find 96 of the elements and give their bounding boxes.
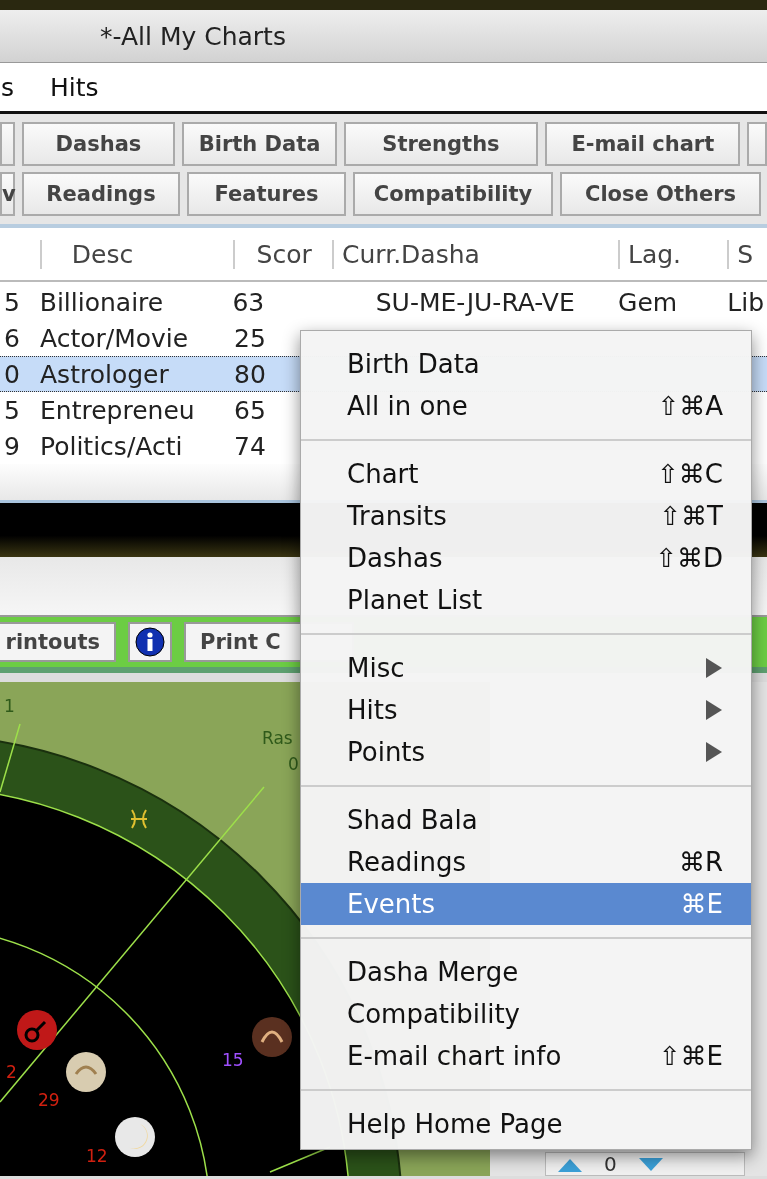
menu-item[interactable]: Hits [301,689,751,731]
menu-item[interactable]: Dasha Merge [301,951,751,993]
menu-bar-item[interactable]: Hits [50,72,99,102]
toolbar-button[interactable]: Strengths [343,122,539,166]
menu-item[interactable]: Transits ⇧⌘T [301,495,751,537]
menu-item[interactable]: E-mail chart info ⇧⌘E [301,1035,751,1077]
toolbar-button[interactable]: Birth Data [182,122,337,166]
menu-item-label: Compatibility [347,999,521,1029]
table-cell-text: Politics/Acti [40,431,184,461]
toolbar-button[interactable]: v [0,172,15,216]
menu-item[interactable]: Compatibility [301,993,751,1035]
menu-item[interactable]: Shad Bala [301,799,751,841]
menu-item-label: E-mail chart info [347,1041,563,1071]
menu-item[interactable]: All in one ⇧⌘A [301,385,751,427]
button-edge [747,122,767,166]
menu-item[interactable]: Points [301,731,751,773]
info-button[interactable] [128,622,172,662]
table-cell-text: 25 [234,323,267,353]
shortcut-label: ⇧⌘T [659,501,723,531]
table-cell-text: 6 [3,323,21,353]
shortcut-label: ⇧⌘D [655,543,723,573]
info-icon [135,627,165,657]
chart-label: 2 [6,1062,17,1082]
menu-item-label: Chart [347,459,420,489]
menu-item-label: Birth Data [347,349,481,379]
menu-item[interactable]: Dashas ⇧⌘D [301,537,751,579]
chart-label: Ras [262,728,293,748]
table-cell-text: Lib [727,287,765,317]
table-cell-text: Gem [618,287,679,317]
shortcut-label: ⇧⌘A [657,391,723,421]
menu-item[interactable]: Chart ⇧⌘C [301,453,751,495]
table-cell-text: 80 [234,359,267,389]
table-cell-text: 63 [232,287,266,317]
table-cell-text: Actor/Movie [40,323,190,353]
menu-item[interactable]: Planet List [301,579,751,621]
stepper[interactable]: 0 [545,1152,745,1176]
toolbar-button[interactable]: Compatibility [353,172,553,216]
table-cell-text: 0 [3,359,21,389]
submenu-arrow-icon [705,741,723,763]
chart-label: 29 [38,1090,60,1110]
toolbar-button[interactable]: rintouts [0,622,116,662]
column-header[interactable]: S [727,239,767,269]
column-header[interactable]: Scor [232,239,332,269]
table-cell-text: Astrologer [40,359,170,389]
table-cell-text: Billionaire [39,287,165,317]
down-arrow-icon[interactable] [636,1156,665,1172]
table-cell-text: 5 [3,287,21,317]
toolbar-button[interactable]: Readings [22,172,180,216]
table-cell-text: 65 [234,395,267,425]
menu-item[interactable]: Readings ⌘R [301,841,751,883]
planet-icon [17,1010,57,1050]
stepper-value: 0 [604,1153,617,1175]
menu-item[interactable]: Events ⌘E [301,883,751,925]
menu-item-label: Transits [347,501,448,531]
shortcut-label: ⇧⌘E [658,1041,723,1071]
moon-icon [115,1117,155,1157]
menu-item-label: Hits [347,695,399,725]
table-row[interactable]: 5 Billionaire 63 SU-ME-JU-RA-VE Gem Lib [0,284,767,320]
pisces-icon [130,809,148,829]
menu-item-label: Points [347,737,427,767]
column-header[interactable]: Desc [39,239,233,269]
toolbar-button[interactable]: Features [187,172,346,216]
shortcut-label: ⇧⌘C [657,459,723,489]
chart-label: 1 [4,696,15,716]
menu-item-label: Dashas [347,543,444,573]
planet-icon [252,1017,292,1057]
menu-item[interactable]: Birth Data [301,343,751,385]
menu-item-label: All in one [347,391,469,421]
table-cell-text: 9 [3,431,21,461]
table-cell-text: Entrepreneu [40,395,196,425]
menu-item[interactable]: Help Home Page [301,1103,751,1145]
chart-label: 15 [222,1050,244,1070]
menu-item-label: Events [347,889,437,919]
column-header[interactable]: Lag. [617,239,728,269]
toolbar-button[interactable]: E-mail chart [545,122,741,166]
menu-item-label: Readings [347,847,468,877]
toolbar-button[interactable]: Dashas [21,122,176,166]
table-cell-text: 74 [234,431,267,461]
submenu-arrow-icon [705,657,723,679]
column-header[interactable]: Curr.Dasha [332,239,618,269]
button-edge [0,122,15,166]
toolbar-button[interactable]: Close Others [560,172,761,216]
chart-label: 12 [86,1146,108,1166]
shortcut-label: ⌘E [680,889,723,919]
menu-item-label: Shad Bala [347,805,479,835]
submenu-arrow-icon [705,699,723,721]
menu-item-label: Help Home Page [347,1109,564,1139]
menu-item-label: Dasha Merge [347,957,520,987]
menu-bar-item[interactable]: s [1,72,15,102]
planet-icon [66,1052,106,1092]
table-cell-text: SU-ME-JU-RA-VE [374,287,576,317]
menu-item-label: Planet List [347,585,484,615]
shortcut-label: ⌘R [678,847,723,877]
chart-label: 0 [288,754,299,774]
table-cell-text: 5 [3,395,21,425]
window-title: *-All My Charts [100,21,286,51]
